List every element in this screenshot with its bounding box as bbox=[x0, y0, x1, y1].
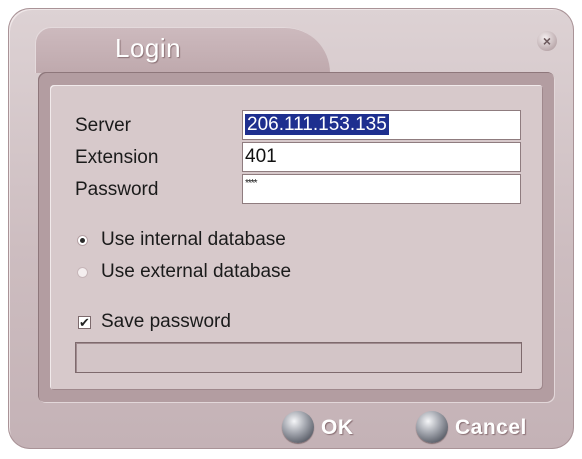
save-password-label[interactable]: Save password bbox=[101, 311, 231, 333]
ok-button[interactable]: OK bbox=[321, 416, 354, 440]
status-bar bbox=[75, 342, 522, 373]
server-value: 206.111.153.135 bbox=[245, 114, 389, 135]
server-field[interactable]: 206.111.153.135 bbox=[242, 110, 521, 140]
radio-external-label[interactable]: Use external database bbox=[101, 261, 291, 283]
radio-internal-label[interactable]: Use internal database bbox=[101, 229, 286, 251]
password-label: Password bbox=[75, 179, 159, 200]
extension-value: 401 bbox=[245, 146, 277, 167]
cancel-orb-icon[interactable] bbox=[416, 411, 448, 443]
save-password-checkbox[interactable]: ✔ bbox=[78, 316, 91, 329]
extension-label: Extension bbox=[75, 147, 159, 168]
dialog-title: Login bbox=[115, 33, 182, 63]
server-label: Server bbox=[75, 115, 131, 136]
cancel-button[interactable]: Cancel bbox=[455, 416, 527, 440]
ok-orb-icon[interactable] bbox=[282, 411, 314, 443]
close-icon[interactable]: × bbox=[537, 31, 557, 51]
password-value: **** bbox=[245, 178, 258, 189]
radio-external-database[interactable] bbox=[78, 268, 87, 277]
password-field[interactable]: **** bbox=[242, 174, 521, 204]
title-tab bbox=[35, 27, 330, 73]
radio-internal-database[interactable] bbox=[78, 236, 87, 245]
extension-field[interactable]: 401 bbox=[242, 142, 521, 172]
